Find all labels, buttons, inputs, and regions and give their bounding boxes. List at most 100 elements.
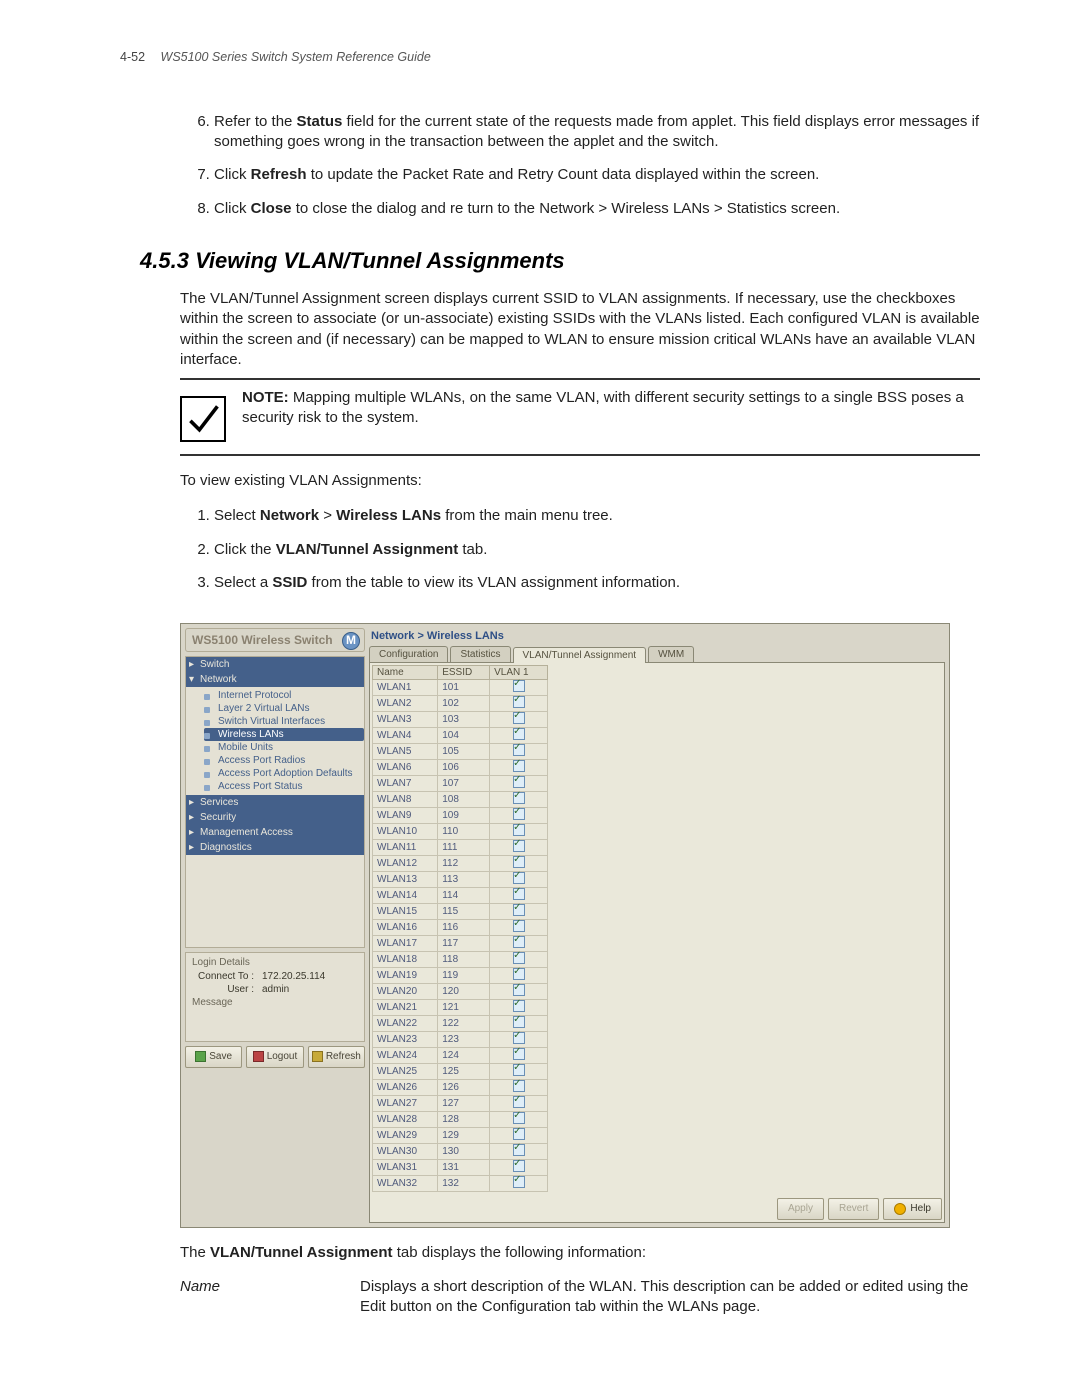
table-row[interactable]: WLAN1101 — [373, 679, 548, 695]
table-row[interactable]: WLAN24124 — [373, 1047, 548, 1063]
nav-diagnostics[interactable]: Diagnostics — [186, 840, 364, 855]
table-row[interactable]: WLAN17117 — [373, 935, 548, 951]
cell-vlan1[interactable] — [490, 983, 548, 999]
help-button[interactable]: Help — [883, 1198, 942, 1220]
checkbox-checked-icon[interactable] — [513, 792, 525, 804]
table-row[interactable]: WLAN23123 — [373, 1031, 548, 1047]
table-row[interactable]: WLAN20120 — [373, 983, 548, 999]
checkbox-checked-icon[interactable] — [513, 904, 525, 916]
cell-vlan1[interactable] — [490, 823, 548, 839]
table-row[interactable]: WLAN5105 — [373, 743, 548, 759]
checkbox-checked-icon[interactable] — [513, 1128, 525, 1140]
table-row[interactable]: WLAN32132 — [373, 1175, 548, 1191]
cell-vlan1[interactable] — [490, 839, 548, 855]
cell-vlan1[interactable] — [490, 1095, 548, 1111]
table-row[interactable]: WLAN28128 — [373, 1111, 548, 1127]
cell-vlan1[interactable] — [490, 1031, 548, 1047]
cell-vlan1[interactable] — [490, 871, 548, 887]
cell-vlan1[interactable] — [490, 919, 548, 935]
table-row[interactable]: WLAN12112 — [373, 855, 548, 871]
cell-vlan1[interactable] — [490, 1127, 548, 1143]
tree-item[interactable]: Access Port Adoption Defaults — [204, 767, 364, 780]
checkbox-checked-icon[interactable] — [513, 1064, 525, 1076]
cell-vlan1[interactable] — [490, 807, 548, 823]
table-row[interactable]: WLAN16116 — [373, 919, 548, 935]
tab[interactable]: WMM — [648, 646, 694, 662]
checkbox-checked-icon[interactable] — [513, 712, 525, 724]
table-row[interactable]: WLAN3103 — [373, 711, 548, 727]
table-row[interactable]: WLAN10110 — [373, 823, 548, 839]
checkbox-checked-icon[interactable] — [513, 1112, 525, 1124]
revert-button[interactable]: Revert — [828, 1198, 879, 1220]
column-header[interactable]: ESSID — [438, 665, 490, 679]
checkbox-checked-icon[interactable] — [513, 1032, 525, 1044]
nav-switch[interactable]: Switch — [186, 657, 364, 672]
checkbox-checked-icon[interactable] — [513, 776, 525, 788]
checkbox-checked-icon[interactable] — [513, 1160, 525, 1172]
cell-vlan1[interactable] — [490, 1015, 548, 1031]
tab[interactable]: Configuration — [369, 646, 448, 662]
checkbox-checked-icon[interactable] — [513, 984, 525, 996]
checkbox-checked-icon[interactable] — [513, 920, 525, 932]
checkbox-checked-icon[interactable] — [513, 888, 525, 900]
cell-vlan1[interactable] — [490, 1143, 548, 1159]
cell-vlan1[interactable] — [490, 999, 548, 1015]
cell-vlan1[interactable] — [490, 855, 548, 871]
table-row[interactable]: WLAN4104 — [373, 727, 548, 743]
table-row[interactable]: WLAN25125 — [373, 1063, 548, 1079]
cell-vlan1[interactable] — [490, 679, 548, 695]
checkbox-checked-icon[interactable] — [513, 840, 525, 852]
table-row[interactable]: WLAN29129 — [373, 1127, 548, 1143]
nav-security[interactable]: Security — [186, 810, 364, 825]
tree-item[interactable]: Access Port Status — [204, 780, 364, 793]
checkbox-checked-icon[interactable] — [513, 1016, 525, 1028]
checkbox-checked-icon[interactable] — [513, 824, 525, 836]
checkbox-checked-icon[interactable] — [513, 1176, 525, 1188]
checkbox-checked-icon[interactable] — [513, 760, 525, 772]
checkbox-checked-icon[interactable] — [513, 936, 525, 948]
logout-button[interactable]: Logout — [246, 1046, 303, 1068]
table-row[interactable]: WLAN22122 — [373, 1015, 548, 1031]
cell-vlan1[interactable] — [490, 1047, 548, 1063]
checkbox-checked-icon[interactable] — [513, 856, 525, 868]
cell-vlan1[interactable] — [490, 1111, 548, 1127]
tree-item[interactable]: Layer 2 Virtual LANs — [204, 702, 364, 715]
tree-item[interactable]: Access Port Radios — [204, 754, 364, 767]
table-row[interactable]: WLAN14114 — [373, 887, 548, 903]
checkbox-checked-icon[interactable] — [513, 744, 525, 756]
table-row[interactable]: WLAN31131 — [373, 1159, 548, 1175]
checkbox-checked-icon[interactable] — [513, 728, 525, 740]
table-row[interactable]: WLAN30130 — [373, 1143, 548, 1159]
tree-item[interactable]: Wireless LANs — [204, 728, 364, 741]
cell-vlan1[interactable] — [490, 695, 548, 711]
save-button[interactable]: Save — [185, 1046, 242, 1068]
checkbox-checked-icon[interactable] — [513, 680, 525, 692]
table-row[interactable]: WLAN18118 — [373, 951, 548, 967]
checkbox-checked-icon[interactable] — [513, 808, 525, 820]
cell-vlan1[interactable] — [490, 759, 548, 775]
table-row[interactable]: WLAN15115 — [373, 903, 548, 919]
checkbox-checked-icon[interactable] — [513, 696, 525, 708]
refresh-button[interactable]: Refresh — [308, 1046, 365, 1068]
cell-vlan1[interactable] — [490, 1159, 548, 1175]
cell-vlan1[interactable] — [490, 727, 548, 743]
cell-vlan1[interactable] — [490, 951, 548, 967]
cell-vlan1[interactable] — [490, 887, 548, 903]
column-header[interactable]: VLAN 1 — [490, 665, 548, 679]
table-row[interactable]: WLAN19119 — [373, 967, 548, 983]
checkbox-checked-icon[interactable] — [513, 968, 525, 980]
cell-vlan1[interactable] — [490, 743, 548, 759]
table-row[interactable]: WLAN26126 — [373, 1079, 548, 1095]
cell-vlan1[interactable] — [490, 1079, 548, 1095]
table-row[interactable]: WLAN9109 — [373, 807, 548, 823]
nav-network[interactable]: Network — [186, 672, 364, 687]
tree-item[interactable]: Switch Virtual Interfaces — [204, 715, 364, 728]
checkbox-checked-icon[interactable] — [513, 952, 525, 964]
column-header[interactable]: Name — [373, 665, 438, 679]
tree-item[interactable]: Internet Protocol — [204, 689, 364, 702]
apply-button[interactable]: Apply — [777, 1198, 824, 1220]
table-row[interactable]: WLAN11111 — [373, 839, 548, 855]
checkbox-checked-icon[interactable] — [513, 1144, 525, 1156]
cell-vlan1[interactable] — [490, 791, 548, 807]
cell-vlan1[interactable] — [490, 903, 548, 919]
